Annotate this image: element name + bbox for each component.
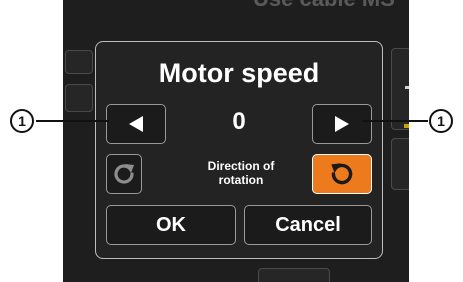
decrease-speed-button[interactable] — [106, 104, 166, 144]
left-triangle-icon — [129, 116, 143, 132]
speed-value: 0 — [232, 108, 246, 135]
background-indicator — [404, 124, 409, 128]
background-button — [258, 268, 330, 282]
right-triangle-icon — [335, 116, 349, 132]
cancel-button[interactable]: Cancel — [244, 205, 372, 245]
background-button — [391, 138, 409, 190]
background-button — [65, 84, 93, 112]
rotate-counterclockwise-icon — [331, 163, 353, 185]
ok-button[interactable]: OK — [106, 205, 236, 245]
dialog-title: Motor speed — [158, 58, 320, 88]
background-button — [65, 50, 93, 74]
ok-button-label: OK — [156, 213, 186, 236]
callout-line — [362, 120, 428, 122]
background-indicator — [405, 86, 409, 89]
cancel-button-label: Cancel — [275, 213, 341, 236]
background-header-text: Use cable MS — [253, 0, 395, 12]
callout-marker: 1 — [429, 109, 453, 133]
direction-of-rotation-label: Direction of rotation — [207, 159, 275, 187]
increase-speed-button[interactable] — [312, 104, 372, 144]
callout-line — [36, 120, 109, 122]
rotate-clockwise-button[interactable] — [106, 154, 142, 194]
callout-marker: 1 — [10, 109, 34, 133]
rotate-counterclockwise-button[interactable] — [312, 154, 372, 194]
rotate-clockwise-icon — [114, 164, 134, 184]
background-button — [391, 48, 409, 130]
motor-speed-dialog: Motor speed 0 Direction of rotation OK C… — [95, 41, 383, 259]
